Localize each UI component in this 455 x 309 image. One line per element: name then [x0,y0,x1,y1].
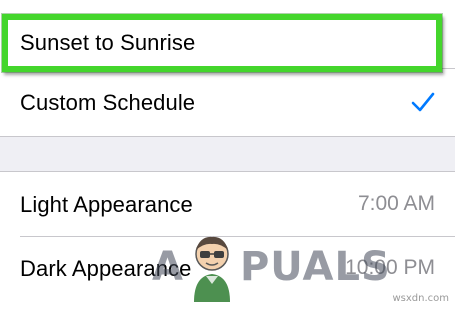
light-appearance-time: 7:00 AM [357,192,435,215]
row-dark-appearance[interactable]: Dark Appearance 10:00 PM [0,236,455,309]
light-appearance-label: Light Appearance [20,192,193,217]
option-label-custom-schedule: Custom Schedule [20,90,196,115]
row-light-appearance[interactable]: Light Appearance 7:00 AM [0,172,455,236]
schedule-options-group: Sunset to Sunrise Custom Schedule [0,0,455,137]
checkmark-icon [411,92,435,112]
source-label: wsxdn.com [392,293,449,304]
dark-appearance-time: 10:00 PM [345,256,435,279]
option-sunset-to-sunrise[interactable]: Sunset to Sunrise [0,0,455,68]
option-label-sunset-to-sunrise: Sunset to Sunrise [20,30,196,55]
dark-appearance-label: Dark Appearance [20,256,192,281]
option-custom-schedule[interactable]: Custom Schedule [0,68,455,136]
appearance-times-group: Light Appearance 7:00 AM Dark Appearance… [0,171,455,309]
